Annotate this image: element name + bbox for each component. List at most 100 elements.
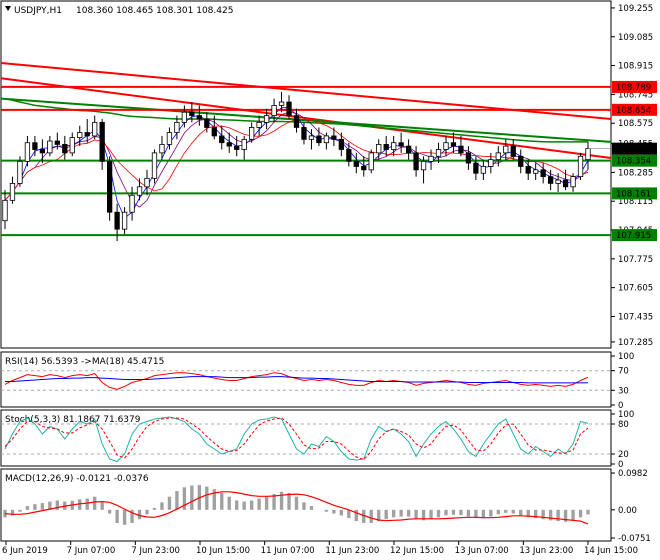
- y-tick-label: 108.285: [618, 168, 653, 178]
- candle-bull: [570, 176, 576, 188]
- candle-bull: [263, 115, 270, 123]
- candle-bear: [450, 142, 457, 147]
- level-label: 108.161: [616, 189, 651, 199]
- y-tick-label: 109.085: [618, 33, 653, 43]
- candle-bull: [47, 140, 53, 154]
- candle-bull: [151, 152, 158, 179]
- candle-bear: [32, 142, 38, 150]
- y-tick-label: 109.255: [618, 4, 653, 14]
- candle-bear: [316, 135, 322, 144]
- candle-bull: [585, 148, 591, 161]
- x-tick-label: 10 Jun 15:00: [196, 546, 250, 556]
- osc-y-tick-label: 20: [618, 450, 629, 460]
- candle-bull: [391, 142, 397, 150]
- candle-bear: [473, 162, 479, 174]
- current-price-label: 108.425: [616, 145, 651, 155]
- candle-bull: [443, 142, 449, 150]
- candle-bear: [383, 144, 389, 150]
- candle-bear: [518, 155, 524, 167]
- candle-bear: [413, 152, 419, 171]
- candle-bull: [241, 138, 247, 150]
- x-tick-label: 11 Jun 23:00: [325, 546, 379, 556]
- candle-bear: [189, 111, 195, 116]
- candle-bull: [577, 155, 584, 178]
- osc-y-tick-label: -0.0751: [618, 534, 651, 544]
- osc-y-tick-label: 70: [618, 367, 629, 377]
- osc-y-tick-label: 100: [618, 352, 634, 362]
- candle-bear: [286, 101, 292, 116]
- candle-bear: [562, 179, 569, 188]
- candle-bull: [256, 121, 262, 128]
- x-tick-label: 12 Jun 15:00: [390, 546, 444, 556]
- candle-bull: [69, 137, 75, 154]
- osc-y-tick-label: 80: [618, 420, 629, 430]
- level-label: 108.354: [616, 157, 651, 167]
- candle-bear: [234, 145, 240, 150]
- candle-bull: [503, 145, 509, 154]
- candle-bull: [368, 152, 374, 171]
- candle-bull: [129, 194, 135, 213]
- candle-bull: [24, 142, 31, 162]
- candle-bear: [301, 127, 307, 140]
- symbol-header: USDJPY,H1: [14, 6, 62, 16]
- candle-bear: [211, 127, 217, 137]
- candle-bear: [361, 166, 367, 171]
- candle-bear: [540, 169, 546, 178]
- candle-bull: [159, 144, 165, 154]
- candle-bear: [39, 149, 46, 154]
- level-label: 107.915: [616, 231, 651, 241]
- candle-bear: [204, 118, 210, 128]
- x-tick-label: 7 Jun 07:00: [67, 546, 116, 556]
- candle-bull: [555, 179, 561, 184]
- y-tick-label: 107.285: [618, 338, 653, 348]
- candle-bull: [249, 127, 255, 140]
- candle-bull: [166, 132, 173, 145]
- candle-bull: [420, 160, 427, 171]
- candle-bear: [346, 149, 352, 162]
- y-tick-label: 108.575: [618, 119, 653, 129]
- candle-bear: [54, 140, 60, 145]
- candle-bull: [308, 135, 315, 140]
- candle-bear: [62, 144, 68, 154]
- candle-bull: [376, 144, 382, 154]
- candle-bull: [174, 121, 180, 133]
- candle-bull: [480, 166, 487, 174]
- trading-chart[interactable]: USDJPY,H1 108.360 108.465 108.301 108.42…: [0, 0, 660, 560]
- candle-bull: [495, 152, 501, 161]
- candle-bull: [121, 211, 128, 230]
- candle-bull: [271, 105, 277, 116]
- candle-bear: [465, 152, 472, 164]
- x-tick-label: 7 Jun 23:00: [131, 546, 180, 556]
- candle-bear: [99, 121, 105, 162]
- candle-bull: [488, 159, 494, 167]
- candle-bull: [144, 177, 150, 188]
- candle-bear: [405, 145, 412, 154]
- candle-bear: [293, 115, 300, 128]
- candle-bull: [77, 132, 83, 139]
- candle-bull: [323, 135, 330, 144]
- osc-y-tick-label: 0.0982: [618, 469, 648, 479]
- y-tick-label: 107.435: [618, 312, 653, 322]
- level-label: 108.654: [616, 106, 651, 116]
- candle-bull: [136, 186, 143, 196]
- candle-bull: [17, 160, 23, 184]
- candle-bear: [353, 160, 359, 167]
- candle-bull: [9, 183, 16, 201]
- ohlc-header: 108.360 108.465 108.301 108.425: [76, 6, 233, 16]
- y-tick-label: 107.605: [618, 284, 653, 294]
- candle-bear: [547, 176, 554, 184]
- x-tick-label: 13 Jun 07:00: [455, 546, 509, 556]
- candle-bear: [398, 142, 404, 147]
- osc-y-tick-label: 0.00: [618, 506, 637, 516]
- candle-bull: [181, 111, 188, 123]
- candle-bear: [338, 138, 344, 150]
- osc-y-tick-label: 100: [618, 410, 634, 420]
- candle-bear: [458, 145, 464, 154]
- candle-bull: [278, 101, 285, 106]
- candle-bull: [2, 199, 8, 222]
- main-panel-frame: [0, 0, 612, 349]
- x-tick-label: 6 Jun 2019: [2, 546, 48, 556]
- candle-bear: [106, 160, 113, 213]
- candle-bear: [114, 211, 120, 230]
- y-tick-label: 108.915: [618, 62, 653, 72]
